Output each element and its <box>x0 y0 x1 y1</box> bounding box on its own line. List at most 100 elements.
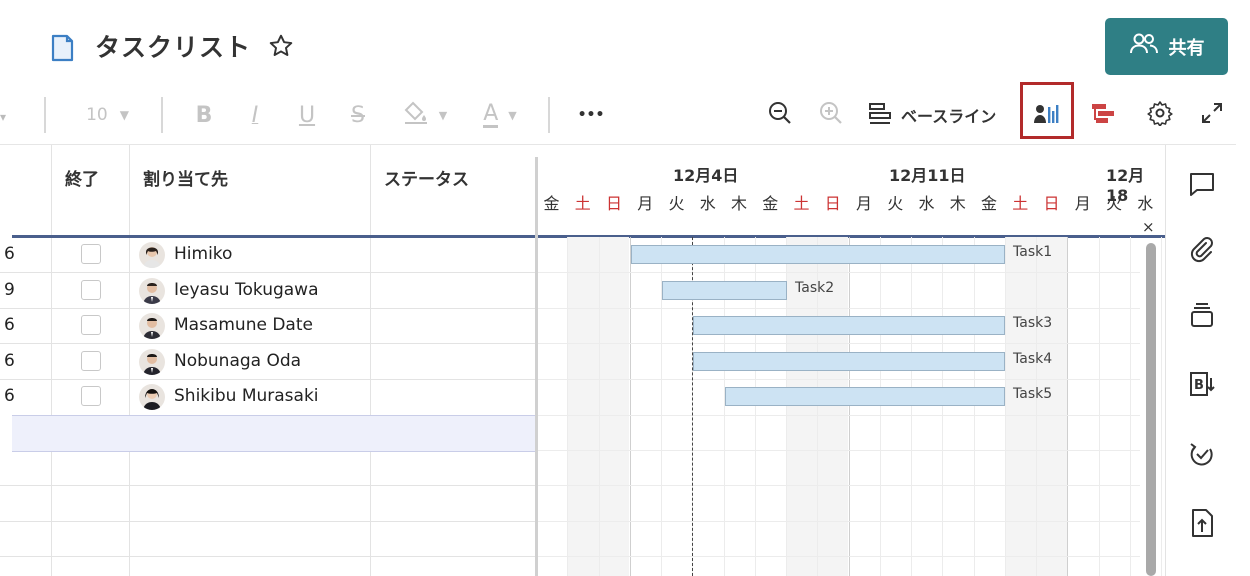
end-date-cell[interactable]: 6 <box>4 315 15 335</box>
sheet-title: タスクリスト <box>95 33 252 62</box>
gantt-chart[interactable]: 12月4日 12月11日 12月18 金土日月火水木金土日月火水木金土日月火水 … <box>538 145 1165 576</box>
assignee-name[interactable]: Himiko <box>174 244 232 264</box>
row-divider <box>0 343 537 344</box>
end-date-cell[interactable]: 9 <box>4 280 15 300</box>
expand-icon <box>1200 101 1224 129</box>
underline-icon: U <box>298 102 316 128</box>
more-options-button[interactable]: ••• <box>575 100 607 130</box>
day-label: 金 <box>762 194 779 213</box>
gantt-row-line <box>538 308 1140 309</box>
comment-icon[interactable] <box>1188 170 1216 198</box>
share-label: 共有 <box>1168 37 1205 59</box>
task-bar[interactable] <box>662 281 787 300</box>
column-header-status[interactable]: ステータス <box>384 165 469 190</box>
row-divider <box>0 521 537 522</box>
day-gridline <box>911 237 912 576</box>
assignee-name[interactable]: Ieyasu Tokugawa <box>174 280 319 300</box>
task-bar[interactable] <box>725 387 1005 406</box>
dropdown-caret-icon[interactable]: ▾ <box>0 110 8 124</box>
avatar <box>139 278 165 304</box>
end-date-cell[interactable]: 6 <box>4 386 15 406</box>
end-date-cell[interactable]: 6 <box>4 351 15 371</box>
zoom-in-button[interactable] <box>816 100 846 130</box>
strikethrough-button[interactable]: S <box>344 100 372 130</box>
day-label: 土 <box>1012 194 1029 213</box>
done-checkbox[interactable] <box>81 351 101 371</box>
sheet-grid[interactable]: 終了 割り当て先 ステータス 6 Himiko 9 Ieyasu Tokugaw… <box>0 145 1165 576</box>
day-gridline <box>1004 237 1006 576</box>
zoom-out-icon <box>767 100 793 130</box>
day-label: 水 <box>918 194 935 213</box>
task-bar[interactable] <box>693 352 1005 371</box>
day-label: 日 <box>824 194 841 213</box>
attachment-icon[interactable] <box>1188 236 1216 264</box>
settings-button[interactable] <box>1144 100 1176 130</box>
fullscreen-button[interactable] <box>1196 100 1228 130</box>
baseline-icon <box>867 100 893 130</box>
task-bar-label: Task5 <box>1013 386 1053 402</box>
summary-icon[interactable]: B <box>1188 370 1216 398</box>
column-header-end[interactable]: 終了 <box>65 165 99 190</box>
fill-color-button[interactable]: ▼ <box>395 100 455 130</box>
day-label: 月 <box>1074 194 1091 213</box>
font-size-select[interactable]: 10 ▼ <box>75 100 140 130</box>
task-bar[interactable] <box>693 316 1005 335</box>
sheet-icon <box>50 34 74 66</box>
toolbar-divider <box>44 97 46 133</box>
critical-path-icon <box>1090 101 1116 129</box>
day-label: 月 <box>637 194 654 213</box>
proofing-icon[interactable] <box>1188 302 1216 330</box>
share-button[interactable]: 共有 <box>1105 18 1228 75</box>
day-label: 土 <box>793 194 810 213</box>
done-checkbox[interactable] <box>81 280 101 300</box>
activity-log-icon[interactable] <box>1188 440 1216 468</box>
close-icon[interactable]: × <box>1142 218 1155 236</box>
baseline-button[interactable]: ベースライン <box>867 100 1013 130</box>
zoom-out-button[interactable] <box>765 100 795 130</box>
critical-path-button[interactable] <box>1087 100 1119 130</box>
gantt-row-line <box>538 485 1140 486</box>
chevron-down-icon: ▼ <box>508 108 517 122</box>
day-label: 火 <box>887 194 904 213</box>
assignee-name[interactable]: Masamune Date <box>174 315 313 335</box>
selected-row[interactable] <box>12 415 535 452</box>
done-checkbox[interactable] <box>81 315 101 335</box>
favorite-star-icon[interactable] <box>268 33 294 63</box>
underline-button[interactable]: U <box>293 100 321 130</box>
gear-icon <box>1147 100 1173 130</box>
assignee-name[interactable]: Nobunaga Oda <box>174 351 301 371</box>
day-gridline <box>942 237 944 576</box>
column-divider <box>129 145 130 576</box>
avatar <box>139 349 165 375</box>
day-gridline <box>848 237 850 576</box>
task-bar[interactable] <box>631 245 1005 264</box>
font-color-button[interactable]: A ▼ <box>470 100 530 130</box>
paint-bucket-icon <box>403 101 429 129</box>
bold-icon: B <box>195 102 213 128</box>
day-label: 火 <box>668 194 685 213</box>
chevron-down-icon: ▼ <box>438 108 448 122</box>
users-icon <box>1129 33 1159 60</box>
day-label: 火 <box>1105 194 1122 213</box>
gantt-row-line <box>538 556 1140 557</box>
vertical-scrollbar[interactable] <box>1146 243 1156 576</box>
publish-icon[interactable] <box>1188 508 1216 537</box>
done-checkbox[interactable] <box>81 244 101 264</box>
week-header: 12月4日 <box>673 166 739 185</box>
done-checkbox[interactable] <box>81 386 101 406</box>
end-date-cell[interactable]: 6 <box>4 244 15 264</box>
day-gridline <box>879 237 881 576</box>
day-gridline <box>629 237 631 576</box>
task-bar-label: Task3 <box>1013 315 1053 331</box>
header-separator <box>12 235 537 238</box>
toolbar-divider <box>161 97 163 133</box>
task-bar-label: Task1 <box>1013 244 1053 260</box>
baseline-label: ベースライン <box>901 107 997 126</box>
day-label: 日 <box>605 194 622 213</box>
italic-button[interactable]: I <box>241 100 269 130</box>
day-gridline <box>1036 237 1037 576</box>
assignee-name[interactable]: Shikibu Murasaki <box>174 386 319 406</box>
row-divider <box>0 485 537 486</box>
column-header-assignee[interactable]: 割り当て先 <box>143 165 228 190</box>
bold-button[interactable]: B <box>190 100 218 130</box>
